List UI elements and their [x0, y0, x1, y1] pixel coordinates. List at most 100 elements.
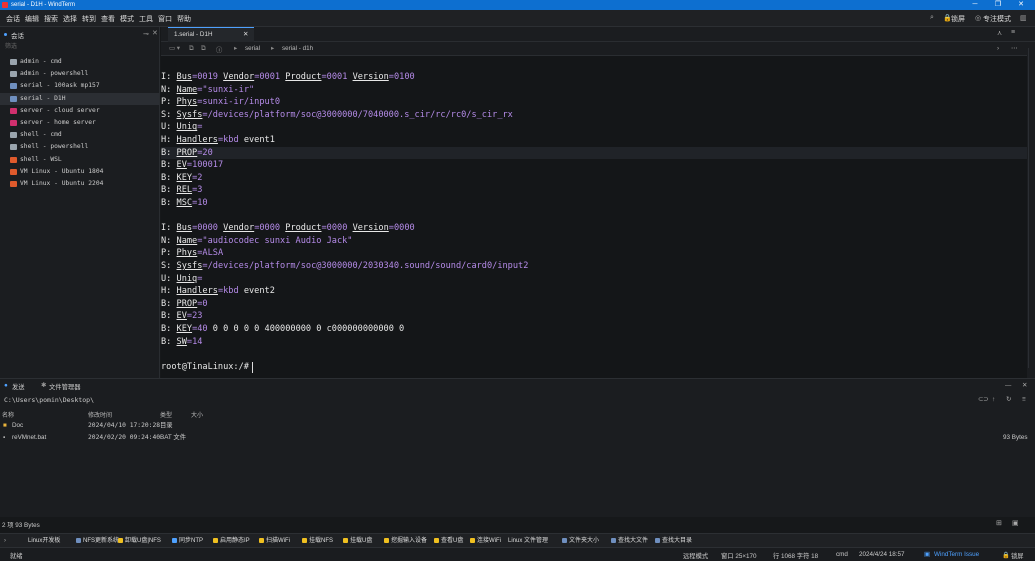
- pin-icon[interactable]: ⊸: [143, 30, 149, 38]
- terminal-line: U: Uniq=: [161, 273, 203, 284]
- session-item[interactable]: serial - D1H: [0, 92, 159, 105]
- session-item[interactable]: server - home server: [0, 117, 159, 129]
- scroll-track[interactable]: [1028, 48, 1033, 368]
- layout-icon[interactable]: ▭ ▾: [169, 45, 180, 52]
- quick-command-button[interactable]: Linux开发板: [28, 536, 60, 546]
- menu-select[interactable]: 选择: [63, 14, 77, 24]
- quick-command-button[interactable]: 同步NTP: [172, 536, 203, 546]
- session-icon: [10, 132, 17, 139]
- file-row[interactable]: ■ Doc 2024/04/10 17:20:28 目录: [0, 420, 1035, 432]
- breadcrumb-serial-d1h[interactable]: serial - d1h: [282, 45, 313, 52]
- tab-file-manager[interactable]: 文件管理器: [49, 382, 80, 391]
- status-issue-link[interactable]: WindTerm Issue: [934, 551, 979, 558]
- file-row[interactable]: ▪ reVMnet.bat 2024/02/20 09:24:40 BAT 文件 93 …: [0, 432, 1035, 444]
- terminal-line: P: Phys=ALSA: [161, 248, 224, 259]
- restore-button[interactable]: ❐: [987, 0, 1009, 10]
- menu-session[interactable]: 会话: [6, 14, 20, 24]
- lock-screen-button[interactable]: 锁屏: [951, 14, 965, 24]
- status-shell[interactable]: cmd: [836, 551, 848, 558]
- col-size[interactable]: 大小: [191, 410, 203, 419]
- session-item[interactable]: shell - WSL: [0, 154, 159, 166]
- menu-window[interactable]: 窗口: [158, 14, 172, 24]
- terminal-line: H: Handlers=kbd event2: [161, 286, 275, 297]
- minimize-button[interactable]: ─: [964, 0, 986, 10]
- session-item[interactable]: shell - powershell: [0, 141, 159, 153]
- search-icon[interactable]: ⌕: [930, 14, 934, 22]
- quick-command-button[interactable]: 挂载U盘: [343, 536, 372, 546]
- session-icon: [10, 181, 17, 187]
- panel-menu-icon[interactable]: ≡: [1022, 396, 1026, 403]
- terminal-icon[interactable]: ▣: [1012, 519, 1019, 527]
- info-icon[interactable]: ⓘ: [216, 45, 222, 54]
- menu-goto[interactable]: 转到: [82, 14, 96, 24]
- col-type[interactable]: 类型: [160, 410, 172, 419]
- focus-mode-button[interactable]: 专注模式: [983, 14, 1011, 24]
- up-arrow-icon[interactable]: ↑: [992, 396, 995, 403]
- file-name: Doc: [12, 422, 24, 429]
- terminal-line: B: PROP=0: [161, 298, 208, 309]
- session-item[interactable]: admin - powershell: [0, 68, 159, 80]
- quick-command-button[interactable]: 查找大文件: [611, 536, 648, 546]
- command-icon: [172, 537, 177, 543]
- tab-send[interactable]: 发送: [12, 382, 25, 391]
- quick-command-button[interactable]: 扫描WiFi: [259, 536, 290, 546]
- menu-view[interactable]: 查看: [101, 14, 115, 24]
- session-label: admin - powershell: [20, 70, 89, 78]
- link-icon[interactable]: ⊂⊃: [978, 396, 989, 403]
- quick-command-button[interactable]: 启用静态IP: [213, 536, 250, 546]
- col-name[interactable]: 名称: [2, 410, 14, 419]
- panel-close-icon[interactable]: ✕: [1022, 382, 1027, 389]
- quick-command-label: 挖掘输入设备: [391, 538, 428, 544]
- new-folder-icon[interactable]: ⊞: [996, 519, 1002, 527]
- terminal-line: B: SW=14: [161, 336, 203, 347]
- terminal-tab-bar: 1.serial - D1H ✕ ⋏ ≡: [161, 27, 1035, 42]
- tab-close-icon[interactable]: ✕: [243, 28, 248, 42]
- refresh-icon[interactable]: ↻: [1006, 396, 1011, 403]
- quick-command-button[interactable]: 挖掘输入设备: [384, 536, 427, 546]
- terminal-scrollbar[interactable]: [1027, 42, 1035, 378]
- current-path[interactable]: C:\Users\pomin\Desktop\: [4, 396, 94, 404]
- status-mode[interactable]: 远程模式: [683, 551, 708, 560]
- quickbar-expand-icon[interactable]: ›: [4, 536, 6, 546]
- session-item[interactable]: VM Linux - Ubuntu 1804: [0, 166, 159, 178]
- quick-command-button[interactable]: 连接WiFi: [470, 536, 501, 546]
- terminal-line: B: KEY=2: [161, 172, 203, 183]
- session-item[interactable]: admin - cmd: [0, 56, 159, 68]
- new-window-icon[interactable]: ⧉: [201, 45, 206, 53]
- session-item[interactable]: VM Linux - Ubuntu 2204: [0, 178, 159, 190]
- collapse-up-icon[interactable]: ⋏: [997, 29, 1002, 37]
- menu-tools[interactable]: 工具: [139, 14, 153, 24]
- quick-command-button[interactable]: 查找大目录: [655, 536, 692, 546]
- col-modified[interactable]: 修改时间: [88, 410, 112, 419]
- quick-command-button[interactable]: 挂载NFS: [302, 536, 333, 546]
- chevron-right-icon[interactable]: ›: [997, 45, 999, 52]
- session-item[interactable]: serial - 100ask mp157: [0, 80, 159, 92]
- tab-serial-d1h[interactable]: 1.serial - D1H ✕: [168, 27, 254, 42]
- menu-search[interactable]: 搜索: [44, 14, 58, 24]
- quick-command-button[interactable]: Linux 文件管理: [508, 536, 548, 546]
- issue-icon: ▣: [924, 551, 930, 558]
- terminal-output[interactable]: I: Bus=0019 Vendor=0001 Product=0001 Ver…: [161, 56, 1027, 378]
- copy-icon[interactable]: ⧉: [189, 45, 194, 53]
- menu-help[interactable]: 帮助: [177, 14, 191, 24]
- session-item[interactable]: shell - cmd: [0, 129, 159, 141]
- breadcrumb-serial[interactable]: serial: [245, 45, 260, 52]
- command-icon: [118, 537, 123, 543]
- split-icon[interactable]: ▥: [1020, 14, 1027, 22]
- menu-mode[interactable]: 模式: [120, 14, 134, 24]
- status-lock[interactable]: 锁屏: [1011, 551, 1024, 560]
- quick-command-button[interactable]: NFS更新系统: [76, 536, 119, 546]
- quick-command-bar: Linux开发板 NFS更新系统 卸载U盘|NFS 同步NTP 启用静态IP 扫描WiFi…: [0, 533, 1035, 547]
- session-item[interactable]: server - cloud server: [0, 105, 159, 117]
- close-button[interactable]: ✕: [1010, 0, 1032, 10]
- more-icon[interactable]: ⋯: [1011, 45, 1017, 52]
- session-filter-input[interactable]: 筛选: [4, 42, 156, 53]
- minimize-panel-icon[interactable]: —: [1005, 382, 1011, 389]
- quick-command-button[interactable]: 文件夹大小: [562, 536, 599, 546]
- quick-command-button[interactable]: 查看U盘: [434, 536, 463, 546]
- close-icon[interactable]: ✕: [152, 29, 158, 37]
- quick-command-button[interactable]: 卸载U盘|NFS: [118, 536, 161, 546]
- session-label: shell - WSL: [20, 155, 62, 163]
- menu-edit[interactable]: 编辑: [25, 14, 39, 24]
- tab-list-icon[interactable]: ≡: [1011, 29, 1015, 36]
